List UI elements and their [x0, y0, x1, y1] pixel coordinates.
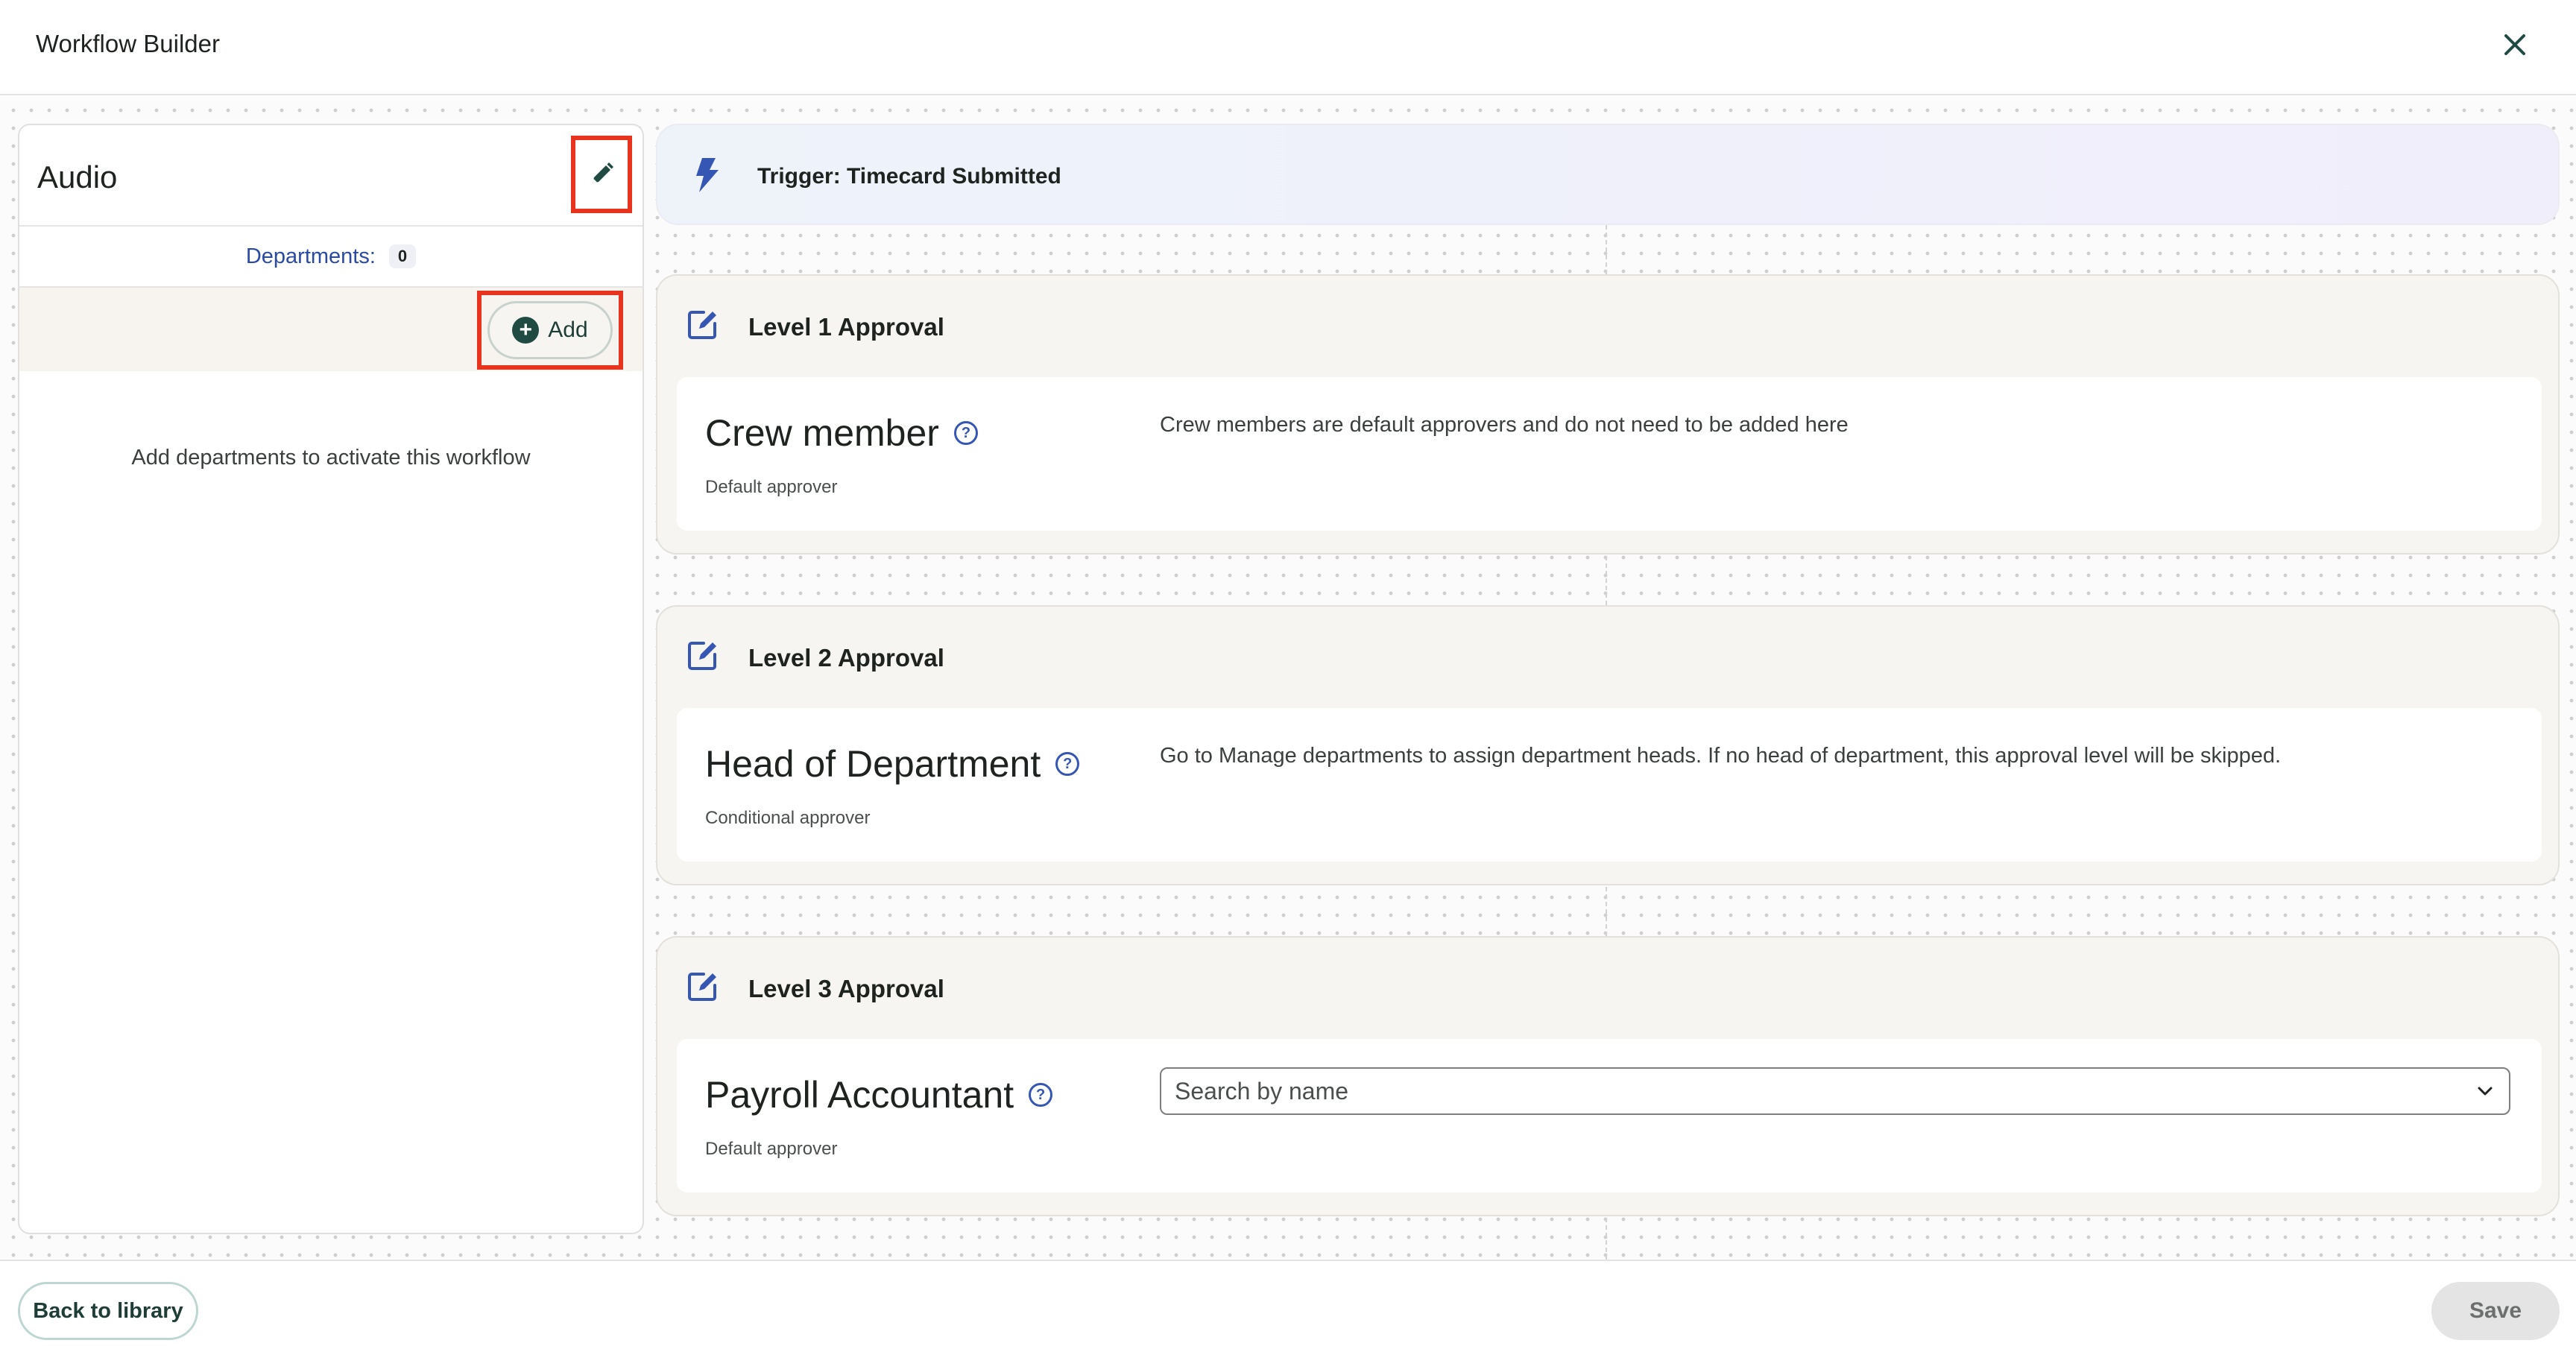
approver-card: Crew member ? Default approver Crew memb… [677, 377, 2542, 531]
approver-card: Head of Department ? Conditional approve… [677, 708, 2542, 862]
approver-description: Crew members are default approvers and d… [1160, 413, 1849, 437]
workflow-name: Audio [37, 159, 118, 195]
workflow-builder-page: Workflow Builder Audio Departments: 0 + … [0, 0, 2576, 1346]
approver-role-label: Head of Department [705, 743, 1041, 785]
approver-card: Payroll Accountant ? Default approver Se… [677, 1039, 2542, 1192]
approver-role: Head of Department ? [705, 742, 1080, 786]
pencil-icon [593, 162, 613, 183]
level-2-approval-card: Level 2 Approval Head of Department ? Co… [656, 605, 2560, 885]
header: Workflow Builder [0, 0, 2576, 95]
search-placeholder: Search by name [1175, 1077, 1349, 1105]
level-title: Level 2 Approval [748, 644, 944, 672]
edit-square-icon[interactable] [684, 636, 722, 674]
connector-line [1606, 887, 1607, 936]
add-button-label: Add [548, 317, 588, 342]
approver-description: Go to Manage departments to assign depar… [1160, 744, 2282, 768]
workflow-details-panel: Audio Departments: 0 + Add Add departmen… [18, 124, 644, 1234]
trigger-card[interactable]: Trigger: Timecard Submitted [656, 124, 2560, 225]
back-to-library-label: Back to library [33, 1298, 183, 1323]
add-department-button[interactable]: + Add [487, 301, 613, 359]
level-1-approval-card: Level 1 Approval Crew member ? Default a… [656, 274, 2560, 554]
approver-role: Crew member ? [705, 411, 978, 455]
edit-square-icon[interactable] [684, 306, 722, 343]
approver-type: Conditional approver [705, 808, 871, 828]
connector-line [1606, 556, 1607, 605]
close-button[interactable] [2497, 27, 2533, 63]
level-3-approval-card: Level 3 Approval Payroll Accountant ? De… [656, 936, 2560, 1216]
workflow-title-row: Audio [19, 125, 643, 227]
approver-role-label: Crew member [705, 412, 939, 454]
edit-workflow-button[interactable] [571, 136, 632, 213]
back-to-library-button[interactable]: Back to library [18, 1282, 198, 1340]
approver-search-select[interactable]: Search by name [1160, 1067, 2510, 1115]
departments-row: Departments: 0 [19, 227, 643, 288]
approver-role-label: Payroll Accountant [705, 1074, 1014, 1116]
chevron-down-icon [2478, 1087, 2493, 1096]
trigger-label: Trigger: Timecard Submitted [757, 164, 1061, 189]
lightning-icon [696, 158, 719, 192]
departments-label: Departments: [245, 244, 376, 268]
approver-role: Payroll Accountant ? [705, 1073, 1053, 1116]
help-icon[interactable]: ? [1055, 752, 1080, 776]
approver-type: Default approver [705, 477, 838, 497]
save-button[interactable]: Save [2431, 1282, 2560, 1340]
level-title: Level 1 Approval [748, 313, 944, 341]
level-title: Level 3 Approval [748, 975, 944, 1002]
footer-bar: Back to library Save [0, 1260, 2576, 1346]
departments-count-badge: 0 [388, 244, 417, 268]
add-departments-row: + Add [19, 288, 643, 371]
help-icon[interactable]: ? [1029, 1083, 1053, 1107]
edit-square-icon[interactable] [684, 967, 722, 1005]
save-label: Save [2469, 1298, 2522, 1323]
connector-line [1606, 225, 1607, 274]
connector-line [1606, 1218, 1607, 1260]
page-title: Workflow Builder [36, 30, 220, 57]
plus-circle-icon: + [512, 317, 540, 344]
close-icon [2504, 34, 2525, 55]
approver-type: Default approver [705, 1139, 838, 1159]
help-icon[interactable]: ? [953, 421, 978, 445]
empty-departments-message: Add departments to activate this workflo… [131, 446, 531, 470]
